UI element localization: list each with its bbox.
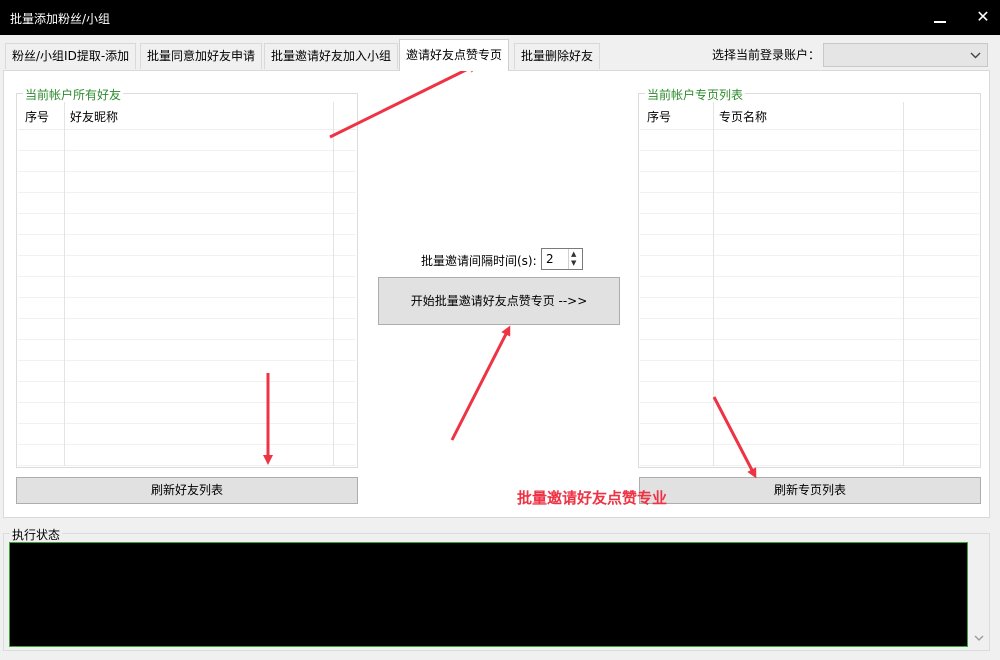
friends-col-divider xyxy=(64,102,65,466)
table-row xyxy=(640,214,979,235)
tab-accept-friends[interactable]: 批量同意加好友申请 xyxy=(140,43,263,69)
table-row xyxy=(640,340,979,361)
tab-delete-friends[interactable]: 批量删除好友 xyxy=(514,43,601,69)
tab-id-extract[interactable]: 粉丝/小组ID提取-添加 xyxy=(5,43,137,69)
pages-rows xyxy=(640,130,979,466)
window-title: 批量添加粉丝/小组 xyxy=(10,12,111,26)
table-row xyxy=(18,319,356,340)
table-row xyxy=(18,277,356,298)
tab-invite-group[interactable]: 批量邀请好友加入小组 xyxy=(264,43,399,69)
friends-col-divider xyxy=(333,102,334,466)
title-bar: 批量添加粉丝/小组 ✕ xyxy=(0,0,1000,35)
table-row xyxy=(640,382,979,403)
table-row xyxy=(640,361,979,382)
pages-col-divider xyxy=(903,102,904,466)
pages-col-name[interactable]: 专页名称 xyxy=(719,108,767,125)
pages-col-index[interactable]: 序号 xyxy=(647,108,671,125)
friends-list[interactable]: 序号 好友昵称 xyxy=(18,102,356,466)
table-row xyxy=(18,193,356,214)
chevron-down-icon xyxy=(970,45,981,69)
table-row xyxy=(18,382,356,403)
account-label: 选择当前登录账户： xyxy=(712,48,821,62)
status-group: 执行状态 xyxy=(3,526,990,651)
table-row xyxy=(640,193,979,214)
table-row xyxy=(640,445,979,466)
friends-rows xyxy=(18,130,356,466)
tab-panel: 当前帐户所有好友 序号 好友昵称 刷新好友列表 批量邀请间隔时间(s): 2 ▲… xyxy=(3,70,990,518)
refresh-pages-button[interactable]: 刷新专页列表 xyxy=(639,477,981,504)
interval-label: 批量邀请间隔时间(s): xyxy=(421,254,537,268)
chevron-down-icon[interactable] xyxy=(974,634,984,645)
status-console[interactable] xyxy=(9,542,968,647)
refresh-friends-button[interactable]: 刷新好友列表 xyxy=(16,477,358,504)
pages-group: 当前帐户专页列表 序号 专页名称 xyxy=(638,86,981,468)
table-row xyxy=(640,424,979,445)
table-row xyxy=(640,235,979,256)
friends-group: 当前帐户所有好友 序号 好友昵称 xyxy=(16,86,358,468)
minimize-icon[interactable] xyxy=(925,4,955,30)
pages-col-divider xyxy=(713,102,714,466)
close-icon[interactable]: ✕ xyxy=(968,4,998,30)
interval-stepper[interactable]: 2 ▲ ▼ xyxy=(541,248,583,270)
arrow-down-icon[interactable]: ▼ xyxy=(571,259,576,267)
table-row xyxy=(640,403,979,424)
table-row xyxy=(640,319,979,340)
table-row xyxy=(18,361,356,382)
interval-value[interactable]: 2 xyxy=(546,252,554,266)
pages-list-header: 序号 专页名称 xyxy=(640,102,979,130)
table-row xyxy=(18,445,356,466)
friends-col-index[interactable]: 序号 xyxy=(25,108,49,125)
status-label: 执行状态 xyxy=(10,526,63,543)
table-row xyxy=(640,130,979,151)
friends-list-header: 序号 好友昵称 xyxy=(18,102,356,130)
table-row xyxy=(18,172,356,193)
start-invite-button[interactable]: 开始批量邀请好友点赞专页 -->> xyxy=(378,277,620,325)
friends-col-nickname[interactable]: 好友昵称 xyxy=(70,108,118,125)
annotation-text: 批量邀请好友点赞专业 xyxy=(517,489,668,507)
account-select[interactable] xyxy=(823,43,988,67)
stepper-arrows: ▲ ▼ xyxy=(568,249,582,269)
status-scrollbar[interactable] xyxy=(971,542,987,647)
table-row xyxy=(18,214,356,235)
table-row xyxy=(18,403,356,424)
table-row xyxy=(18,340,356,361)
pages-list[interactable]: 序号 专页名称 xyxy=(640,102,979,466)
table-row xyxy=(18,256,356,277)
table-row xyxy=(640,277,979,298)
arrow-up-icon[interactable]: ▲ xyxy=(571,250,576,258)
table-row xyxy=(640,172,979,193)
table-row xyxy=(18,298,356,319)
tab-invite-like-page[interactable]: 邀请好友点赞专页 xyxy=(399,39,510,71)
table-row xyxy=(18,151,356,172)
table-row xyxy=(18,424,356,445)
pages-group-label: 当前帐户专页列表 xyxy=(645,86,746,103)
table-row xyxy=(640,151,979,172)
table-row xyxy=(640,256,979,277)
table-row xyxy=(18,130,356,151)
friends-group-label: 当前帐户所有好友 xyxy=(23,86,124,103)
table-row xyxy=(18,235,356,256)
table-row xyxy=(640,298,979,319)
